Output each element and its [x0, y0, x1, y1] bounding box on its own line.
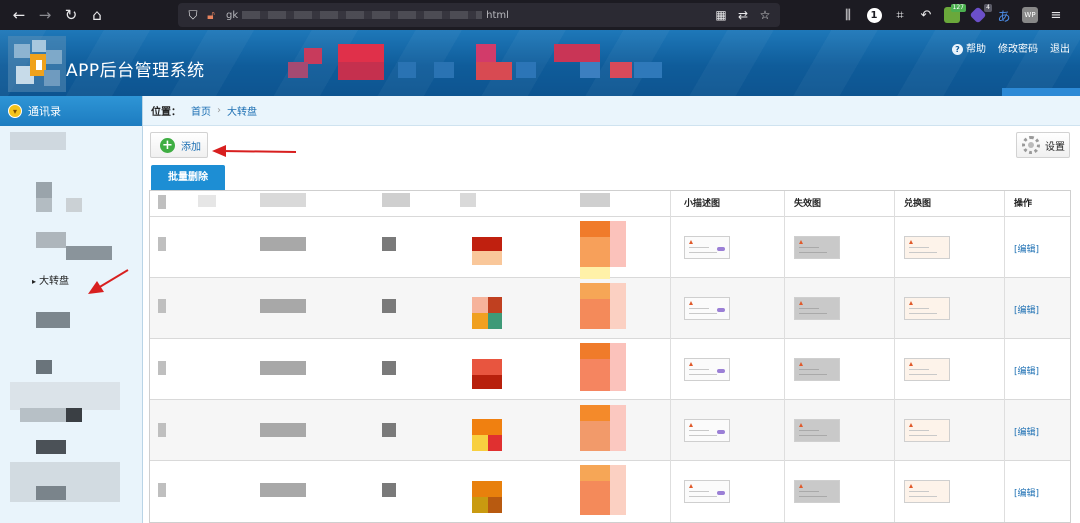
data-table: 小描述图 失效图 兑换图 操作 [编辑] [编辑] [编辑] [编辑] [编辑]	[149, 190, 1071, 523]
app-header: APP后台管理系统 ? 帮助 修改密码 退出	[0, 30, 1080, 96]
header-pixelated-user	[1002, 88, 1080, 96]
shield-icon: ⛉	[188, 7, 198, 22]
col-header-action[interactable]: 操作	[1014, 191, 1032, 217]
header-pixelated-banner	[284, 44, 664, 80]
breadcrumb-separator-icon: ›	[217, 105, 221, 116]
edit-link[interactable]: [编辑]	[1014, 364, 1039, 377]
sidebar-section-header[interactable]: ▾ 通讯录	[0, 96, 142, 126]
col-header-invalid-image[interactable]: 失效图	[794, 191, 821, 217]
settings-button-label: 设置	[1045, 141, 1065, 153]
back-arrow-icon[interactable]: ←	[6, 0, 32, 30]
edit-link[interactable]: [编辑]	[1014, 242, 1039, 255]
add-button-label: 添加	[181, 141, 201, 153]
browser-toolbar: ← → ↻ ⌂ ⛉ 🔓︎ gk html ▦ ⇄ ☆ ⫼ 1 ⌗ ↶ 127 4 …	[0, 0, 1080, 30]
help-icon: ?	[952, 44, 963, 55]
sidebar-section-title: 通讯录	[28, 105, 61, 118]
wp-extension-icon[interactable]: WP	[1020, 5, 1040, 25]
extension-adblock-icon[interactable]: 127	[942, 4, 966, 25]
sidebar: ▾ 通讯录 大转盘	[0, 96, 143, 523]
translate-icon[interactable]: ⇄	[734, 8, 752, 22]
breadcrumb: 位置： 首页 › 大转盘	[143, 96, 1080, 126]
lock-icon: 🔓︎	[207, 7, 215, 22]
qr-code-icon[interactable]: ▦	[712, 8, 730, 22]
change-password-link[interactable]: 修改密码	[998, 40, 1038, 55]
gear-icon	[1022, 136, 1040, 154]
batch-delete-button[interactable]: 批量删除	[151, 165, 225, 190]
sidebar-item-lucky-wheel[interactable]: 大转盘	[32, 272, 69, 287]
add-button[interactable]: + 添加	[150, 132, 208, 158]
arrow-head-add	[212, 145, 226, 157]
edit-link[interactable]: [编辑]	[1014, 425, 1039, 438]
contacts-icon: ▾	[8, 104, 22, 118]
col-header-redeem-image[interactable]: 兑换图	[904, 191, 931, 217]
onepassword-icon[interactable]: 1	[864, 5, 884, 25]
edit-link[interactable]: [编辑]	[1014, 486, 1039, 499]
menu-icon[interactable]: ≡	[1046, 5, 1066, 25]
translate-extension-icon[interactable]: あ	[994, 5, 1014, 25]
edit-link[interactable]: [编辑]	[1014, 303, 1039, 316]
url-text: gk html	[226, 9, 509, 21]
crop-icon[interactable]: ⌗	[890, 5, 910, 25]
col-header-small-image[interactable]: 小描述图	[684, 191, 720, 217]
breadcrumb-home[interactable]: 首页	[191, 103, 211, 118]
bookmark-star-icon[interactable]: ☆	[756, 8, 774, 22]
extension-purple-icon[interactable]: 4	[968, 4, 992, 25]
breadcrumb-current[interactable]: 大转盘	[227, 103, 257, 118]
reload-icon[interactable]: ↻	[58, 0, 84, 30]
home-icon[interactable]: ⌂	[84, 0, 110, 30]
forward-arrow-icon[interactable]: →	[32, 0, 58, 30]
settings-button[interactable]: 设置	[1016, 132, 1070, 158]
app-title: APP后台管理系统	[66, 61, 205, 81]
app-logo-icon	[8, 36, 66, 92]
plus-icon: +	[160, 137, 175, 153]
library-icon[interactable]: ⫼	[838, 5, 858, 25]
arrow-to-add-button	[221, 150, 297, 153]
help-link[interactable]: ? 帮助	[952, 40, 986, 55]
logout-link[interactable]: 退出	[1050, 40, 1070, 55]
address-bar[interactable]: ⛉ 🔓︎ gk html ▦ ⇄ ☆	[178, 3, 780, 27]
breadcrumb-label: 位置：	[151, 107, 181, 118]
undo-icon[interactable]: ↶	[916, 5, 936, 25]
